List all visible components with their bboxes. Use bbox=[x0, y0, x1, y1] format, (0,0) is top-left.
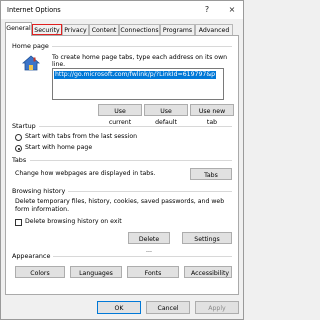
tabs-description: Change how webpages are displayed in tab… bbox=[15, 170, 156, 177]
tab-content[interactable]: Content bbox=[89, 24, 119, 35]
tabs-button[interactable]: Tabs bbox=[190, 168, 232, 180]
home-page-instruction-line1: To create home page tabs, type each addr… bbox=[52, 54, 228, 61]
tabs-group-label: Tabs bbox=[12, 156, 30, 164]
home-page-url-textarea[interactable]: http://go.microsoft.com/fwlink/p/?LinkId… bbox=[52, 68, 224, 100]
browsing-history-line2: form information. bbox=[15, 206, 70, 213]
startup-last-session-label[interactable]: Start with tabs from the last session bbox=[25, 133, 137, 141]
general-tab-panel: Home page To create home page tabs, type… bbox=[5, 35, 239, 295]
window-title: Internet Options bbox=[7, 6, 61, 14]
apply-button[interactable]: Apply bbox=[195, 301, 239, 314]
delete-history-button[interactable]: Delete ... bbox=[128, 232, 170, 254]
browsing-history-divider bbox=[64, 191, 232, 192]
help-button[interactable]: ? bbox=[201, 4, 213, 16]
appearance-group-label: Appearance bbox=[12, 252, 54, 260]
startup-divider bbox=[38, 126, 232, 127]
browsing-history-line1: Delete temporary files, history, cookies… bbox=[15, 198, 225, 205]
ok-button[interactable]: OK bbox=[97, 301, 141, 314]
appearance-divider bbox=[50, 256, 232, 257]
browsing-history-group-label: Browsing history bbox=[12, 187, 69, 195]
tab-advanced[interactable]: Advanced bbox=[195, 24, 233, 35]
tab-security[interactable]: Security bbox=[32, 24, 62, 35]
startup-group-label: Startup bbox=[12, 122, 39, 130]
tab-connections[interactable]: Connections bbox=[119, 24, 160, 35]
use-current-button[interactable]: Use current bbox=[98, 104, 142, 126]
home-page-url-value: http://go.microsoft.com/fwlink/p/?LinkId… bbox=[54, 71, 217, 79]
colors-button[interactable]: Colors bbox=[15, 266, 65, 278]
cancel-button[interactable]: Cancel bbox=[146, 301, 190, 314]
delete-history-on-exit-checkbox[interactable] bbox=[15, 219, 22, 226]
tab-strip: General Security Privacy Content Connect… bbox=[5, 21, 243, 36]
history-settings-button[interactable]: Settings bbox=[182, 232, 232, 244]
home-icon bbox=[22, 55, 40, 71]
title-bar[interactable]: Internet Options ? × bbox=[1, 1, 243, 19]
startup-home-page-radio[interactable] bbox=[15, 145, 22, 152]
startup-home-page-label[interactable]: Start with home page bbox=[25, 144, 92, 152]
tabs-divider bbox=[30, 160, 232, 161]
tab-programs[interactable]: Programs bbox=[160, 24, 195, 35]
tab-privacy[interactable]: Privacy bbox=[62, 24, 89, 35]
use-default-button[interactable]: Use default bbox=[144, 104, 188, 126]
dialog-footer: OK Cancel Apply bbox=[1, 297, 243, 319]
startup-last-session-radio[interactable] bbox=[15, 134, 22, 141]
close-button[interactable]: × bbox=[226, 4, 238, 16]
use-new-tab-button[interactable]: Use new tab bbox=[190, 104, 234, 126]
home-page-divider bbox=[46, 46, 232, 47]
delete-history-on-exit-label[interactable]: Delete browsing history on exit bbox=[25, 218, 122, 226]
home-page-group-label: Home page bbox=[12, 42, 52, 50]
accessibility-button[interactable]: Accessibility bbox=[184, 266, 232, 278]
fonts-button[interactable]: Fonts bbox=[127, 266, 179, 278]
languages-button[interactable]: Languages bbox=[70, 266, 122, 278]
tab-general[interactable]: General bbox=[5, 22, 32, 36]
internet-options-window: Internet Options ? × General Security Pr… bbox=[0, 0, 244, 320]
